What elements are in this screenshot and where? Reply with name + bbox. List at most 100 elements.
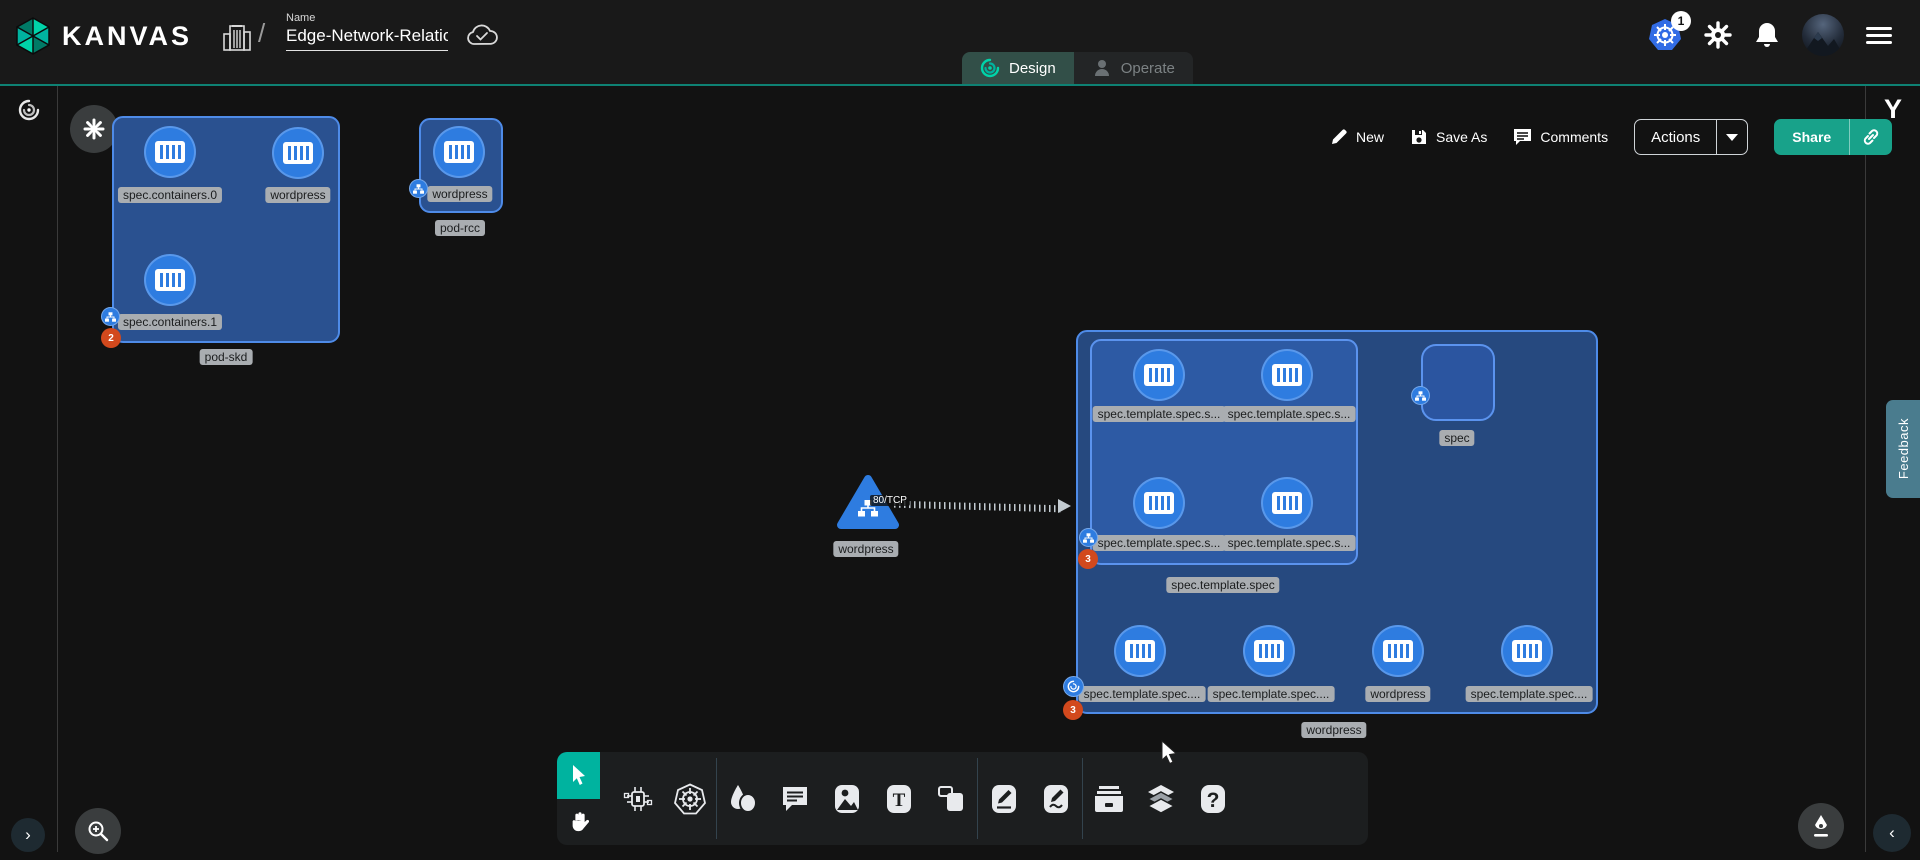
cursor-arrow-icon [569, 764, 589, 786]
loading-spiral-icon [18, 99, 40, 121]
container-node[interactable] [1261, 477, 1313, 529]
node-label: spec [1439, 430, 1474, 446]
magnifier-plus-icon [86, 819, 110, 843]
pencil-icon [1330, 128, 1348, 146]
container-node[interactable] [144, 254, 196, 306]
pan-tool-button[interactable] [557, 799, 600, 846]
container-node[interactable] [1372, 625, 1424, 677]
node-label: spec.containers.0 [118, 187, 222, 203]
hand-icon [569, 811, 589, 833]
tab-design[interactable]: Design [962, 52, 1074, 84]
notifications-bell-icon[interactable] [1754, 21, 1780, 49]
kubernetes-context-button[interactable]: 1 [1648, 18, 1682, 52]
container-node[interactable] [1261, 349, 1313, 401]
link-icon [1861, 127, 1881, 147]
container-node[interactable] [1114, 625, 1166, 677]
gear-flower-icon [83, 118, 105, 140]
expand-left-panel-button[interactable]: › [11, 818, 45, 852]
image-tool-button[interactable] [821, 752, 873, 845]
container-icon [444, 141, 474, 163]
save-as-button[interactable]: Save As [1410, 128, 1487, 146]
canvas-right-border [1865, 86, 1866, 852]
container-icon [155, 141, 185, 163]
meshery-badge[interactable] [1063, 676, 1084, 697]
node-label: spec.template.spec.... [1079, 686, 1206, 702]
container-node[interactable] [1133, 477, 1185, 529]
container-node[interactable] [1243, 625, 1295, 677]
organization-icon[interactable] [222, 20, 252, 52]
user-avatar[interactable] [1802, 14, 1844, 56]
component-tool-button[interactable] [612, 752, 664, 845]
relationship-badge[interactable] [1079, 528, 1098, 547]
kanvas-logo[interactable]: KANVAS [14, 17, 192, 55]
container-node[interactable] [1133, 349, 1185, 401]
sketch-tool-button[interactable] [1030, 752, 1082, 845]
feedback-tab[interactable]: Feedback [1886, 400, 1920, 498]
menu-hamburger-icon[interactable] [1866, 23, 1892, 48]
sketch-pencil-icon [1042, 783, 1070, 815]
issue-count-badge[interactable]: 3 [1078, 549, 1098, 569]
comments-label: Comments [1540, 129, 1608, 145]
avatar-mountain [1802, 30, 1844, 56]
actions-button[interactable]: Actions [1635, 120, 1716, 154]
share-button[interactable]: Share [1774, 119, 1849, 155]
design-name-input[interactable] [286, 24, 448, 51]
container-icon [283, 142, 313, 164]
node-label: spec.containers.1 [118, 314, 222, 330]
design-pen-button[interactable] [1798, 803, 1844, 849]
relationship-badge[interactable] [409, 179, 428, 198]
drawer-icon [1093, 784, 1125, 814]
container-node[interactable] [1501, 625, 1553, 677]
share-split-button: Share [1774, 119, 1892, 155]
design-name-label: Name [286, 12, 448, 24]
comment-tool-button[interactable] [769, 752, 821, 845]
select-tool-button[interactable] [557, 752, 600, 799]
node-spec[interactable] [1421, 344, 1495, 421]
actions-dropdown-button[interactable] [1717, 120, 1747, 154]
settings-gear-icon[interactable] [1704, 21, 1732, 49]
note-tool-button[interactable] [925, 752, 977, 845]
relationship-badge[interactable] [1411, 386, 1430, 405]
shapes-tool-button[interactable] [717, 752, 769, 845]
copy-link-button[interactable] [1850, 119, 1892, 155]
container-icon [1125, 640, 1155, 662]
group-config-button[interactable] [70, 105, 118, 153]
drawer-tool-button[interactable] [1083, 752, 1135, 845]
app-header: KANVAS / Name [0, 0, 1920, 84]
issue-count-badge[interactable]: 3 [1063, 700, 1083, 720]
container-node[interactable] [272, 127, 324, 179]
group-spec-template-spec[interactable] [1090, 339, 1358, 565]
service-edge[interactable] [894, 501, 1062, 513]
save-as-label: Save As [1436, 129, 1487, 145]
collapse-right-panel-button[interactable]: ‹ [1873, 814, 1911, 852]
issue-count-badge[interactable]: 2 [101, 328, 121, 348]
help-icon: ? [1199, 783, 1227, 815]
comments-icon [1513, 128, 1532, 146]
kubernetes-tool-button[interactable] [664, 752, 716, 845]
container-node[interactable] [144, 126, 196, 178]
layers-tool-button[interactable] [1135, 752, 1187, 845]
container-node[interactable] [433, 126, 485, 178]
pointer-tool-column [557, 752, 600, 845]
new-button[interactable]: New [1330, 128, 1384, 146]
text-tool-button[interactable]: T [873, 752, 925, 845]
canvas-action-bar: New Save As Comments Actions [1330, 119, 1892, 155]
edge-pen-tool-button[interactable] [978, 752, 1030, 845]
mouse-cursor-icon [1158, 740, 1180, 764]
container-icon [1383, 640, 1413, 662]
new-label: New [1356, 129, 1384, 145]
container-icon [155, 269, 185, 291]
group-label: pod-skd [200, 349, 253, 365]
save-icon [1410, 128, 1428, 146]
logo-wordmark: KANVAS [62, 21, 192, 52]
text-icon: T [885, 783, 913, 815]
comments-button[interactable]: Comments [1513, 128, 1608, 146]
helm-wheel-icon [674, 783, 706, 815]
kanvas-hexagon-icon [14, 17, 52, 55]
tab-operate[interactable]: Operate [1074, 52, 1193, 84]
relationship-badge[interactable] [101, 307, 120, 326]
operate-person-icon [1092, 58, 1112, 78]
help-tool-button[interactable]: ? [1187, 752, 1239, 845]
node-label: spec.template.spec.... [1208, 686, 1335, 702]
zoom-search-button[interactable] [75, 808, 121, 854]
